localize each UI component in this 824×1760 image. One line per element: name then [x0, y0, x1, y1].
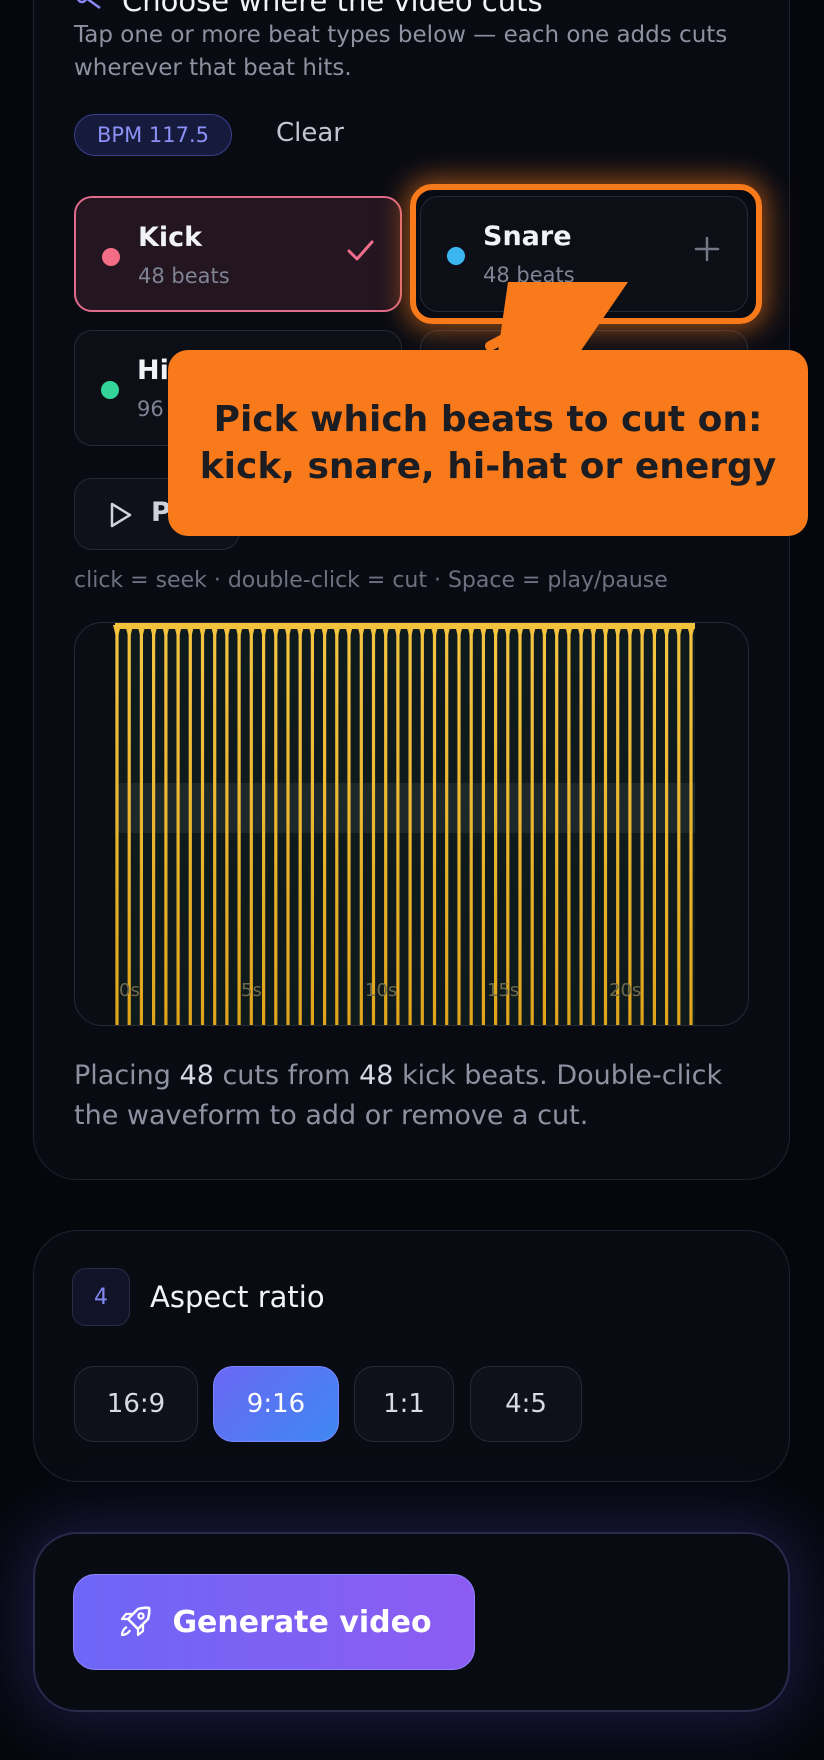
cut-marker[interactable] [603, 629, 608, 1026]
tutorial-callout: Pick which beats to cut on: kick, snare,… [168, 350, 808, 536]
cut-marker[interactable] [164, 629, 168, 1026]
aspect-16-9-button[interactable]: 16:9 [74, 1366, 198, 1442]
summary-text: Placing [74, 1060, 180, 1091]
cut-marker[interactable] [677, 629, 681, 1026]
cut-marker[interactable] [188, 629, 192, 1026]
cut-marker[interactable] [640, 629, 644, 1026]
cut-marker[interactable] [200, 629, 205, 1026]
cut-marker[interactable] [518, 629, 522, 1026]
waveform[interactable]: 0s 5s 10s 15s 20s [74, 622, 749, 1026]
time-label: 10s [365, 980, 398, 1001]
time-label: 0s [119, 980, 140, 1001]
kick-color-dot [102, 248, 120, 266]
cut-marker[interactable] [469, 629, 473, 1026]
cut-marker[interactable] [323, 629, 327, 1026]
beat-count: 96 [137, 397, 164, 421]
cut-marker[interactable] [176, 629, 180, 1026]
cut-marker[interactable] [139, 629, 143, 1026]
cut-marker[interactable] [628, 629, 632, 1026]
cut-marker[interactable] [384, 629, 388, 1026]
beat-count-total: 48 [359, 1060, 394, 1091]
cut-summary: Placing 48 cuts from 48 kick beats. Doub… [74, 1056, 754, 1136]
cut-marker[interactable] [115, 629, 119, 1026]
aspect-9-16-button[interactable]: 9:16 [213, 1366, 339, 1442]
cut-marker[interactable] [689, 629, 693, 1026]
cut-marker[interactable] [506, 629, 510, 1026]
cut-marker[interactable] [408, 629, 412, 1026]
cut-marker[interactable] [262, 629, 266, 1026]
cut-marker[interactable] [432, 629, 437, 1026]
cut-marker[interactable] [616, 629, 620, 1026]
beat-count: 48 beats [138, 264, 230, 288]
aspect-title: Aspect ratio [150, 1280, 325, 1314]
cut-marker[interactable] [445, 629, 449, 1026]
cut-marker[interactable] [396, 629, 400, 1026]
aspect-ratio-card [33, 1230, 790, 1482]
section-description: Tap one or more beat types below — each … [74, 22, 728, 81]
cut-marker[interactable] [555, 629, 559, 1026]
generate-label: Generate video [172, 1604, 432, 1640]
section-title: Choose where the video cuts [122, 0, 543, 18]
play-icon [110, 502, 132, 528]
cut-marker[interactable] [665, 629, 669, 1026]
cut-count: 48 [179, 1060, 214, 1091]
cut-marker[interactable] [237, 629, 241, 1026]
cut-marker[interactable] [567, 629, 571, 1026]
hihat-color-dot [101, 381, 119, 399]
beat-name: Hi [137, 355, 169, 386]
cut-marker[interactable] [494, 629, 498, 1026]
generate-video-button[interactable]: Generate video [73, 1574, 475, 1670]
time-label: 5s [241, 980, 262, 1001]
cut-marker[interactable] [371, 629, 376, 1026]
cut-marker[interactable] [286, 629, 290, 1026]
beat-name: Kick [138, 222, 203, 253]
cut-marker[interactable] [359, 629, 363, 1026]
waveform-canvas[interactable] [75, 623, 749, 1026]
cut-marker[interactable] [225, 629, 229, 1026]
cut-marker[interactable] [152, 629, 156, 1026]
beat-option-kick[interactable]: Kick 48 beats [74, 196, 402, 312]
aspect-1-1-button[interactable]: 1:1 [354, 1366, 454, 1442]
cut-marker[interactable] [335, 629, 339, 1026]
cut-marker[interactable] [542, 629, 546, 1026]
cut-marker[interactable] [420, 629, 424, 1026]
check-icon [347, 240, 374, 261]
callout-pointer [485, 282, 628, 352]
cut-marker[interactable] [298, 629, 302, 1026]
cut-marker[interactable] [347, 629, 351, 1026]
cut-marker[interactable] [530, 629, 534, 1026]
time-label: 20s [609, 980, 642, 1001]
bpm-badge: BPM 117.5 [74, 114, 232, 156]
step-badge: 4 [72, 1268, 130, 1326]
cut-marker[interactable] [579, 629, 583, 1026]
time-label: 15s [487, 980, 520, 1001]
aspect-4-5-button[interactable]: 4:5 [470, 1366, 582, 1442]
cut-marker[interactable] [274, 629, 278, 1026]
cut-marker[interactable] [481, 629, 485, 1026]
clear-button[interactable]: Clear [276, 118, 344, 148]
cut-marker[interactable] [310, 629, 314, 1026]
summary-text: cuts from [213, 1060, 360, 1091]
cut-marker[interactable] [591, 629, 595, 1026]
cut-marker[interactable] [457, 629, 461, 1026]
rocket-icon [121, 1606, 151, 1637]
controls-hint: click = seek · double-click = cut · Spac… [74, 568, 668, 593]
cut-marker[interactable] [249, 629, 253, 1026]
cut-marker[interactable] [213, 629, 217, 1026]
cut-marker[interactable] [127, 629, 131, 1026]
cut-marker[interactable] [652, 629, 656, 1026]
scissors-icon [77, 0, 101, 10]
